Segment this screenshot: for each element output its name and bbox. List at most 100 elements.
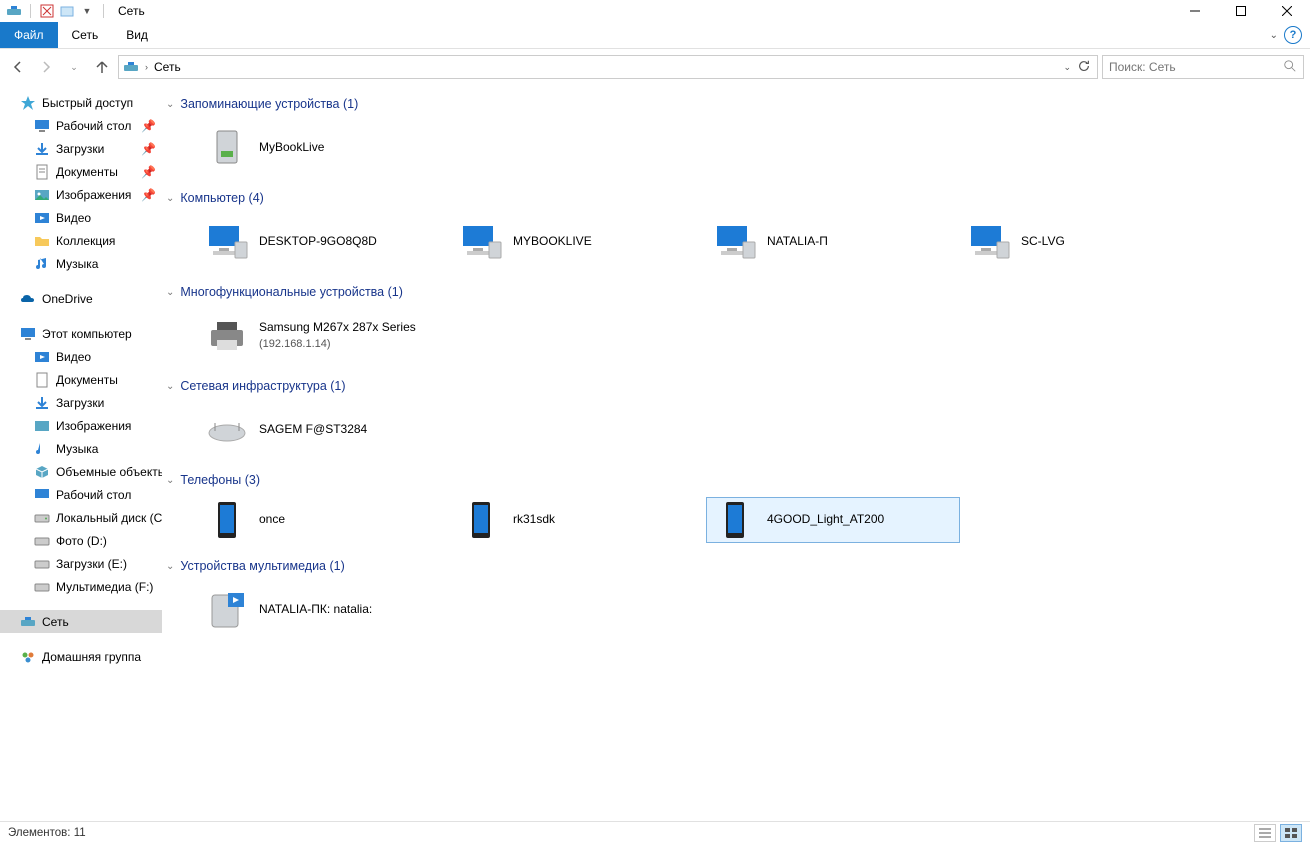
tree-label: Коллекция <box>56 234 115 248</box>
item-sublabel: (192.168.1.14) <box>259 338 331 350</box>
tree-pc-item[interactable]: Загрузки (E:) <box>0 552 162 575</box>
pictures-icon <box>34 418 50 434</box>
ribbon-tab-network[interactable]: Сеть <box>58 22 113 48</box>
tree-quick-item[interactable]: Музыка <box>0 252 162 275</box>
item-tile[interactable]: MyBookLive <box>198 121 452 175</box>
pin-icon: 📌 <box>141 142 156 156</box>
network-icon <box>20 614 36 630</box>
tree-label: Мультимедиа (F:) <box>56 580 153 594</box>
item-label: rk31sdk <box>513 512 555 526</box>
group-header-phones[interactable]: ⌄Телефоны (3) <box>162 469 1310 491</box>
minimize-button[interactable] <box>1172 0 1218 22</box>
ribbon-tab-view[interactable]: Вид <box>112 22 162 48</box>
breadcrumb-item[interactable]: Сеть <box>154 60 181 74</box>
tree-label: Фото (D:) <box>56 534 107 548</box>
item-tile[interactable]: SC-LVG <box>960 215 1214 269</box>
search-box[interactable] <box>1102 55 1304 79</box>
tree-pc-item[interactable]: Музыка <box>0 437 162 460</box>
group-title: Устройства мультимедиа (1) <box>180 559 344 573</box>
tree-label: Документы <box>56 373 118 387</box>
tree-this-pc[interactable]: Этот компьютер <box>0 322 162 345</box>
qat-newfolder-icon[interactable] <box>59 3 75 19</box>
group-title: Компьютер (4) <box>180 191 263 205</box>
breadcrumb-chevron-icon[interactable]: › <box>145 62 148 72</box>
tree-homegroup[interactable]: Домашняя группа <box>0 645 162 668</box>
tree-pc-item[interactable]: Объемные объекты <box>0 460 162 483</box>
app-icon <box>6 3 22 19</box>
tree-quick-item[interactable]: Коллекция <box>0 229 162 252</box>
group-header-storage[interactable]: ⌄Запоминающие устройства (1) <box>162 93 1310 115</box>
search-input[interactable] <box>1109 60 1283 74</box>
downloads-icon <box>34 395 50 411</box>
navigation-bar: ⌄ › Сеть ⌄ <box>0 49 1310 85</box>
tree-pc-item[interactable]: Видео <box>0 345 162 368</box>
view-tiles-button[interactable] <box>1280 824 1302 842</box>
tree-pc-item[interactable]: Фото (D:) <box>0 529 162 552</box>
group-header-media[interactable]: ⌄Устройства мультимедиа (1) <box>162 555 1310 577</box>
pin-icon: 📌 <box>141 165 156 179</box>
tree-quick-item[interactable]: Загрузки📌 <box>0 137 162 160</box>
videos-icon <box>34 349 50 365</box>
tree-pc-item[interactable]: Документы <box>0 368 162 391</box>
tree-quick-item[interactable]: Рабочий стол📌 <box>0 114 162 137</box>
address-dropdown-icon[interactable]: ⌄ <box>1063 62 1071 73</box>
item-tile[interactable]: DESKTOP-9GO8Q8D <box>198 215 452 269</box>
chevron-down-icon: ⌄ <box>166 381 174 392</box>
back-button[interactable] <box>6 55 30 79</box>
tree-quick-access[interactable]: Быстрый доступ <box>0 91 162 114</box>
group-header-computer[interactable]: ⌄Компьютер (4) <box>162 187 1310 209</box>
item-tile[interactable]: 4GOOD_Light_AT200 <box>706 497 960 543</box>
tree-label: OneDrive <box>42 292 93 306</box>
group-header-infra[interactable]: ⌄Сетевая инфраструктура (1) <box>162 375 1310 397</box>
tree-quick-item[interactable]: Изображения📌 <box>0 183 162 206</box>
item-label: MyBookLive <box>259 140 324 154</box>
maximize-button[interactable] <box>1218 0 1264 22</box>
item-tile[interactable]: MYBOOKLIVE <box>452 215 706 269</box>
up-button[interactable] <box>90 55 114 79</box>
view-details-button[interactable] <box>1254 824 1276 842</box>
tree-label: Объемные объекты <box>56 465 162 479</box>
item-tile[interactable]: NATALIA-ПК: natalia: <box>198 583 452 637</box>
tree-pc-item[interactable]: Загрузки <box>0 391 162 414</box>
tree-network[interactable]: Сеть <box>0 610 162 633</box>
tree-label: Изображения <box>56 188 131 202</box>
tree-pc-item[interactable]: Рабочий стол <box>0 483 162 506</box>
item-tile[interactable]: SAGEM F@ST3284 <box>198 403 452 457</box>
item-tile[interactable]: Samsung M267x 287x Series(192.168.1.14) <box>198 309 452 363</box>
item-tile[interactable]: NATALIA-П <box>706 215 960 269</box>
item-tile[interactable]: rk31sdk <box>452 497 706 543</box>
close-button[interactable] <box>1264 0 1310 22</box>
tree-label: Изображения <box>56 419 131 433</box>
item-tile[interactable]: once <box>198 497 452 543</box>
search-icon <box>1283 59 1297 76</box>
tree-label: Этот компьютер <box>42 327 132 341</box>
navigation-tree[interactable]: Быстрый доступ Рабочий стол📌 Загрузки📌 Д… <box>0 85 162 820</box>
group-title: Многофункциональные устройства (1) <box>180 285 403 299</box>
qat-dropdown-icon[interactable]: ▼ <box>79 3 95 19</box>
ribbon-tab-file[interactable]: Файл <box>0 22 58 48</box>
help-button[interactable]: ? <box>1284 26 1302 44</box>
phone-icon <box>205 498 249 542</box>
tree-quick-item[interactable]: Документы📌 <box>0 160 162 183</box>
qat-properties-icon[interactable] <box>39 3 55 19</box>
music-icon <box>34 256 50 272</box>
tree-pc-item[interactable]: Локальный диск (C:) <box>0 506 162 529</box>
ribbon-expand-icon[interactable]: ⌄ <box>1270 30 1278 41</box>
recent-locations-button[interactable]: ⌄ <box>62 55 86 79</box>
tree-onedrive[interactable]: OneDrive <box>0 287 162 310</box>
homegroup-icon <box>20 649 36 665</box>
item-label: 4GOOD_Light_AT200 <box>767 512 884 526</box>
tree-pc-item[interactable]: Изображения <box>0 414 162 437</box>
videos-icon <box>34 210 50 226</box>
status-bar: Элементов: 11 <box>0 821 1310 843</box>
router-icon <box>205 408 249 452</box>
ribbon-tabs: Файл Сеть Вид ⌄ ? <box>0 22 1310 49</box>
desktop-icon <box>34 118 50 134</box>
chevron-down-icon: ⌄ <box>166 475 174 486</box>
address-bar[interactable]: › Сеть ⌄ <box>118 55 1098 79</box>
tree-pc-item[interactable]: Мультимедиа (F:) <box>0 575 162 598</box>
tree-quick-item[interactable]: Видео <box>0 206 162 229</box>
group-header-mfu[interactable]: ⌄Многофункциональные устройства (1) <box>162 281 1310 303</box>
refresh-button[interactable] <box>1077 59 1091 76</box>
forward-button[interactable] <box>34 55 58 79</box>
